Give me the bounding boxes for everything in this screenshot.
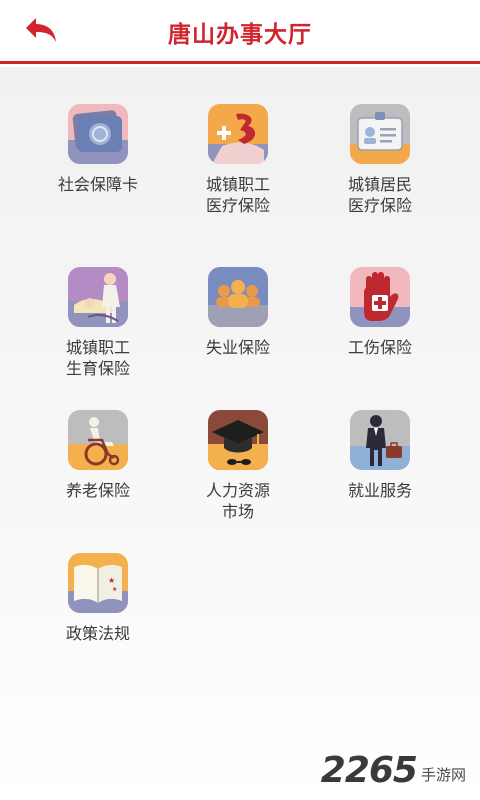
tile-maternity-insurance[interactable]: 城镇职工 生育保险 bbox=[28, 267, 168, 379]
tile-resident-medical-insurance[interactable]: 城镇居民 医疗保险 bbox=[310, 104, 450, 216]
tile-employee-medical-insurance[interactable]: 城镇职工 医疗保险 bbox=[168, 104, 308, 216]
id-badge-icon bbox=[350, 104, 410, 164]
svg-text:★: ★ bbox=[108, 576, 115, 585]
tile-hr-market[interactable]: 人力资源 市场 bbox=[168, 410, 308, 522]
businessman-icon bbox=[350, 410, 410, 470]
tile-label: 就业服务 bbox=[347, 481, 412, 500]
tile-work-injury-insurance[interactable]: 工伤保险 bbox=[310, 267, 450, 358]
tile-label: 工伤保险 bbox=[347, 338, 412, 357]
tile-label: 城镇职工 生育保险 bbox=[65, 338, 130, 378]
tile-label: 城镇居民 医疗保险 bbox=[347, 175, 412, 215]
service-grid: 社会保障卡 城镇职工 医疗保险 城镇居民 医疗保险 城镇职工 生育保险 失业保险… bbox=[0, 67, 480, 800]
page-title: 唐山办事大厅 bbox=[168, 22, 312, 48]
tile-label: 城镇职工 医疗保险 bbox=[205, 175, 270, 215]
tile-policies-regulations[interactable]: ★ ★ 政策法规 bbox=[28, 553, 168, 644]
tile-pension-insurance[interactable]: 养老保险 bbox=[28, 410, 168, 501]
injury-hand-icon bbox=[350, 267, 410, 327]
watermark-number: 2265 bbox=[320, 749, 418, 791]
people-group-icon bbox=[208, 267, 268, 327]
open-book-icon: ★ ★ bbox=[68, 553, 128, 613]
tile-label: 失业保险 bbox=[205, 338, 270, 357]
svg-text:★: ★ bbox=[112, 586, 117, 593]
social-security-card-icon bbox=[68, 104, 128, 164]
tile-social-security-card[interactable]: 社会保障卡 bbox=[28, 104, 168, 195]
tile-label: 人力资源 市场 bbox=[205, 481, 270, 521]
watermark-text: 手游网 bbox=[420, 765, 466, 784]
maternity-icon bbox=[68, 267, 128, 327]
site-watermark: 2265 手游网 bbox=[320, 749, 466, 791]
wheelchair-icon bbox=[68, 410, 128, 470]
graduation-cap-icon bbox=[208, 410, 268, 470]
tile-employment-services[interactable]: 就业服务 bbox=[310, 410, 450, 501]
tile-unemployment-insurance[interactable]: 失业保险 bbox=[168, 267, 308, 358]
tile-label: 养老保险 bbox=[65, 481, 130, 500]
app-header: 唐山办事大厅 bbox=[0, 0, 480, 64]
tile-label: 社会保障卡 bbox=[57, 175, 138, 194]
tile-label: 政策法规 bbox=[65, 624, 130, 643]
medical-plus-icon bbox=[208, 104, 268, 164]
